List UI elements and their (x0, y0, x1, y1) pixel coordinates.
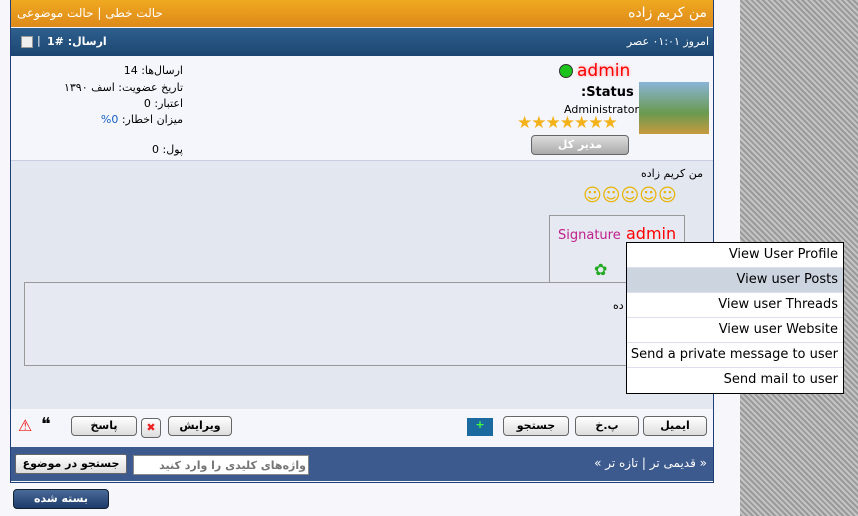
menu-view-posts[interactable]: View user Posts (627, 268, 843, 293)
post-body: من کریم زاده ☺☺☺☺☺ Signature admin ✿ ده (11, 160, 713, 409)
thread-title: من کریم زاده (628, 5, 707, 21)
thread-nav-links[interactable]: « قدیمی تر | تازه تر » (594, 456, 707, 470)
post-info-bar: امروز ۰۱:۰۱ عصر | ارسال: #1 (11, 28, 713, 56)
separator: | (37, 34, 41, 47)
thread-header: من کریم زاده حالت خطی | حالت موضوعی (11, 0, 713, 27)
menu-view-threads[interactable]: View user Threads (627, 293, 843, 318)
edit-button[interactable]: ویرایش (168, 416, 232, 436)
signature-name: admin (626, 224, 677, 243)
quote-box (24, 282, 636, 366)
menu-view-website[interactable]: View user Website (627, 318, 843, 343)
avatar[interactable] (639, 82, 709, 134)
thread-search-input[interactable] (133, 455, 309, 475)
reply-button[interactable]: پاسخ (71, 416, 137, 436)
stat-reputation: اعتبار: 0 (143, 97, 183, 110)
stat-money: پول: 0 (152, 143, 183, 156)
thread-search-submit[interactable]: جستجو در موضوع (15, 454, 127, 474)
clover-icon: ✿ (594, 260, 608, 279)
post-container: من کریم زاده حالت خطی | حالت موضوعی امرو… (10, 0, 714, 483)
linear-mode-link[interactable]: حالت خطی (105, 6, 163, 20)
online-status-icon (559, 64, 573, 78)
search-button[interactable]: جستجو (503, 416, 569, 436)
thread-footer: « قدیمی تر | تازه تر » جستجو در موضوع (11, 447, 713, 481)
smiley-icons: ☺☺☺☺☺ (583, 185, 677, 206)
report-icon[interactable]: ⚠ (18, 416, 32, 435)
warning-level-link[interactable]: 0% (101, 113, 118, 126)
stat-warning-label: میزان اخطار: (121, 113, 183, 126)
email-button[interactable]: ایمیل (643, 416, 707, 436)
username-link[interactable]: admin (577, 61, 630, 81)
post-text: من کریم زاده (641, 167, 703, 180)
signature-label: Signature (558, 228, 621, 243)
rank-badge: مدیر کل (531, 135, 629, 155)
user-status: :Status (581, 85, 634, 100)
rank-stars: ★★★★★★★ (517, 113, 618, 133)
post-date: امروز ۰۱:۰۱ عصر (626, 35, 709, 48)
menu-view-profile[interactable]: View User Profile (627, 243, 843, 268)
quote-icon[interactable]: ❝ (41, 414, 51, 435)
stat-posts: ارسال‌ها: 14 (123, 64, 183, 77)
delete-button[interactable]: ✖ (141, 418, 161, 438)
separator: | (97, 6, 102, 20)
select-checkbox[interactable] (21, 36, 33, 48)
closed-thread-badge: بسته شده (13, 489, 109, 509)
add-buddy-icon[interactable]: + (467, 418, 493, 436)
user-context-menu: View User Profile View user Posts View u… (626, 242, 844, 394)
partial-text: ده (613, 299, 624, 312)
threaded-mode-link[interactable]: حالت موضوعی (17, 6, 94, 20)
menu-send-mail[interactable]: Send mail to user (627, 368, 843, 392)
menu-send-pm[interactable]: Send a private message to user (627, 343, 843, 368)
pm-button[interactable]: پ.خ (575, 416, 639, 436)
stat-joined: تاریخ عضویت: اسف ۱۳۹۰ (63, 81, 183, 94)
post-number-link[interactable]: ارسال: #1 (47, 35, 107, 48)
